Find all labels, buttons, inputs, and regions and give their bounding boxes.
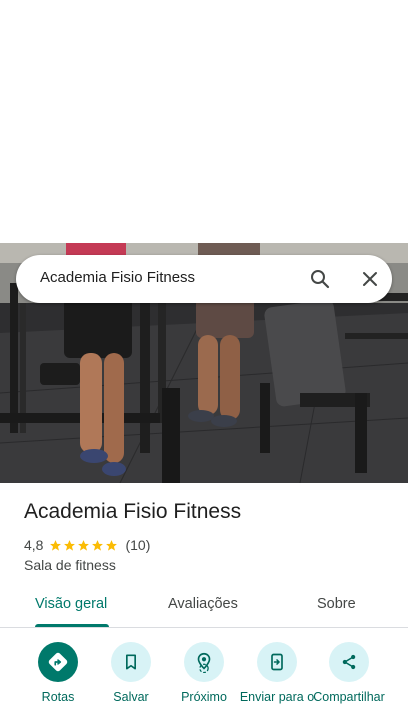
- star-icon: [92, 539, 104, 551]
- save-label: Salvar: [113, 690, 149, 704]
- rating-stars: [49, 539, 119, 552]
- save-button[interactable]: Salvar: [93, 642, 169, 726]
- place-category: Sala de fitness: [24, 557, 116, 573]
- send-to-phone-button[interactable]: Enviar para o: [239, 642, 315, 726]
- close-icon[interactable]: [358, 267, 382, 291]
- directions-label: Rotas: [41, 690, 75, 704]
- star-icon: [106, 539, 118, 551]
- share-button[interactable]: Compartilhar: [311, 642, 387, 726]
- tab-reviews[interactable]: Avaliações: [168, 596, 238, 612]
- star-icon: [78, 539, 90, 551]
- tab-overview[interactable]: Visão geral: [35, 596, 107, 612]
- directions-icon: [38, 642, 78, 682]
- search-input[interactable]: Academia Fisio Fitness: [40, 269, 195, 286]
- tab-about[interactable]: Sobre: [317, 596, 356, 612]
- send-to-phone-icon: [257, 642, 297, 682]
- place-title: Academia Fisio Fitness: [24, 500, 242, 523]
- tab-bar: Visão geral Avaliações Sobre: [0, 585, 408, 628]
- review-count[interactable]: (10): [125, 537, 150, 553]
- search-icon[interactable]: [308, 267, 332, 291]
- search-bar[interactable]: Academia Fisio Fitness: [16, 255, 392, 303]
- nearby-label: Próximo: [181, 690, 227, 704]
- bookmark-icon: [111, 642, 151, 682]
- star-icon: [50, 539, 62, 551]
- nearby-button[interactable]: Próximo: [166, 642, 242, 726]
- active-tab-indicator: [35, 624, 109, 627]
- share-icon: [329, 642, 369, 682]
- nearby-icon: [184, 642, 224, 682]
- directions-button[interactable]: Rotas: [20, 642, 96, 726]
- rating-value: 4,8: [24, 537, 44, 553]
- send-to-phone-label: Enviar para o: [239, 690, 315, 704]
- rating-row[interactable]: 4,8 (10): [24, 536, 150, 554]
- action-bar: Rotas Salvar Próximo Enviar para o Compa…: [0, 628, 408, 726]
- map-blank-area: [0, 0, 408, 243]
- star-icon: [64, 539, 76, 551]
- share-label: Compartilhar: [313, 690, 385, 704]
